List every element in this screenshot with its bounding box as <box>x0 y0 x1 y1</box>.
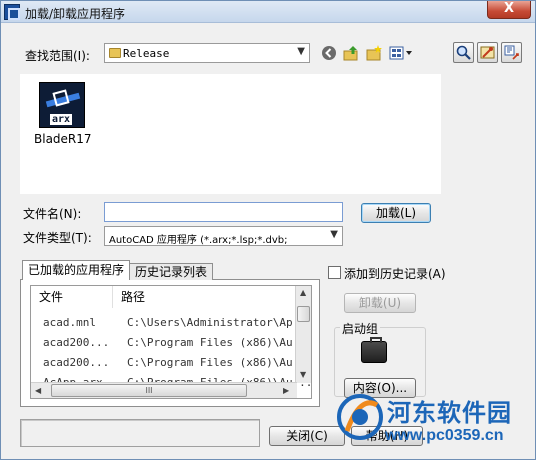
scroll-right-icon[interactable]: ▶ <box>283 386 289 395</box>
file-type-label: 文件类型(T): <box>23 231 92 245</box>
back-button[interactable] <box>319 44 339 64</box>
arx-app-icon: arx <box>39 82 85 128</box>
chevron-down-icon: ▼ <box>297 46 305 57</box>
load-button[interactable]: 加载(L) <box>361 203 431 223</box>
watermark-url: www.pc0359.cn <box>385 427 504 444</box>
vertical-scrollbar[interactable]: ▲ ▼ <box>295 286 311 383</box>
column-header-file[interactable]: 文件 <box>31 286 113 308</box>
row-file: acad.mnl <box>43 316 96 329</box>
look-in-dropdown[interactable]: Release ▼ <box>104 43 310 63</box>
startup-group-label: 启动组 <box>340 320 381 337</box>
views-menu-icon <box>389 46 412 60</box>
status-field <box>20 419 260 447</box>
row-path: C:\Program Files (x86)\Au... <box>127 336 312 349</box>
tab-history-list[interactable]: 历史记录列表 <box>129 263 214 280</box>
row-file: acad200... <box>43 336 110 349</box>
dialog-window: 加载/卸载应用程序 X 查找范围(I): Release ▼ arx Blade… <box>0 0 536 460</box>
unload-button[interactable]: 卸载(U) <box>344 293 416 313</box>
new-folder-button[interactable] <box>364 44 384 64</box>
find-icon <box>456 45 471 60</box>
window-title: 加载/卸载应用程序 <box>25 7 126 21</box>
file-browser-list[interactable]: arx BladeR17 <box>20 74 441 194</box>
add-history-label[interactable]: 添加到历史记录(A) <box>344 265 446 282</box>
file-name-label: 文件名(N): <box>23 207 82 221</box>
row-path: C:\Users\Administrator\Ap... <box>127 316 312 329</box>
close-button[interactable]: 关闭(C) <box>269 426 345 446</box>
file-name-input[interactable] <box>104 202 343 222</box>
find-button[interactable] <box>453 42 474 63</box>
row-file: acad200... <box>43 356 110 369</box>
look-in-value: Release <box>123 47 170 60</box>
loaded-apps-table[interactable]: 文件 路径 acad.mnl C:\Users\Administrator\Ap… <box>30 285 312 399</box>
app-icon <box>4 4 20 20</box>
watermark-logo-icon <box>337 394 383 440</box>
tab-loaded-apps[interactable]: 已加载的应用程序 <box>22 260 131 280</box>
new-folder-icon <box>366 45 382 61</box>
file-item-label: BladeR17 <box>34 132 92 146</box>
folder-icon <box>109 48 121 58</box>
watermark-name: 河东软件园 <box>387 399 512 427</box>
close-icon: X <box>503 1 515 16</box>
horizontal-scrollbar[interactable]: ◀ III ▶ <box>31 382 297 398</box>
scroll-left-icon[interactable]: ◀ <box>35 386 41 395</box>
add-history-checkbox[interactable] <box>328 266 341 279</box>
briefcase-icon <box>361 337 387 363</box>
tools-icon <box>504 45 519 60</box>
column-header-path[interactable]: 路径 <box>113 286 297 308</box>
locate-icon <box>480 46 495 59</box>
look-in-label: 查找范围(I): <box>25 49 90 63</box>
scroll-up-icon[interactable]: ▲ <box>300 288 306 297</box>
file-type-dropdown[interactable]: AutoCAD 应用程序 (*.arx;*.lsp;*.dvb; ▼ <box>104 226 343 246</box>
horizontal-scroll-thumb[interactable]: III <box>51 384 247 397</box>
title-bar[interactable]: 加载/卸载应用程序 X <box>1 1 535 23</box>
up-folder-icon <box>343 46 358 61</box>
locate-button[interactable] <box>477 42 498 63</box>
tools-button[interactable] <box>501 42 522 63</box>
watermark: 河东软件园 www.pc0359.cn <box>337 389 536 460</box>
back-icon <box>322 46 336 60</box>
up-folder-button[interactable] <box>341 44 361 64</box>
views-menu-button[interactable] <box>388 44 416 64</box>
scroll-down-icon[interactable]: ▼ <box>300 370 306 379</box>
chevron-down-icon: ▼ <box>330 229 338 240</box>
row-path: C:\Program Files (x86)\Au... <box>127 356 312 369</box>
vertical-scroll-thumb[interactable] <box>297 306 310 322</box>
file-type-value: AutoCAD 应用程序 (*.arx;*.lsp;*.dvb; <box>109 235 288 246</box>
close-window-button[interactable]: X <box>487 1 531 19</box>
